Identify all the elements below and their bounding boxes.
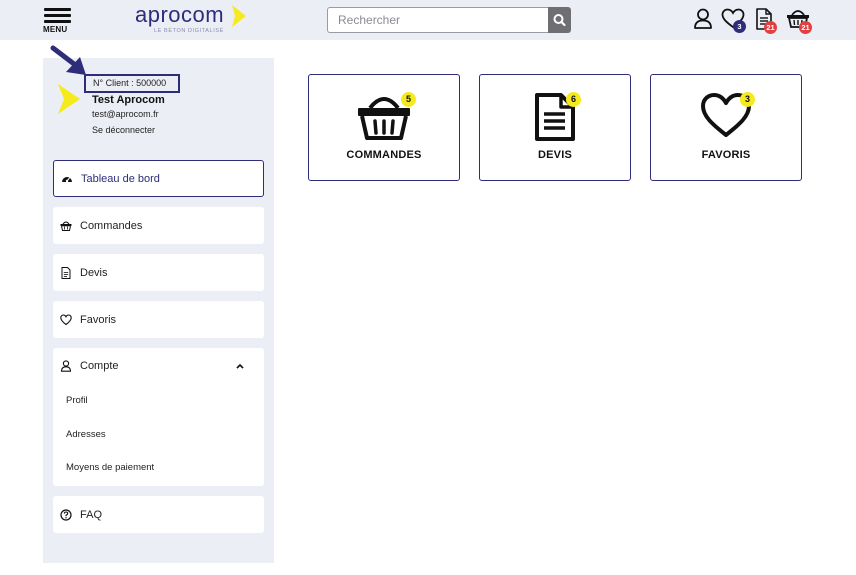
sidebar-item-quotes[interactable]: Devis (53, 254, 264, 291)
logo-chevron-icon (232, 5, 246, 27)
header-favorites-button[interactable]: 3 (721, 8, 746, 35)
sidebar-item-dashboard[interactable]: Tableau de bord (53, 160, 264, 197)
logout-link[interactable]: Se déconnecter (92, 125, 155, 135)
orders-card[interactable]: 5 COMMANDES (308, 74, 460, 181)
menu-label: MENU (43, 25, 68, 34)
user-account-button[interactable] (693, 8, 713, 35)
orders-card-label: COMMANDES (346, 149, 422, 161)
top-header: MENU aprocom LE BÉTON DIGITALISÉ 3 (0, 0, 856, 40)
quotes-count-badge: 21 (764, 21, 777, 34)
hamburger-icon (44, 8, 71, 11)
hamburger-icon-line (44, 20, 71, 23)
yellow-chevron-icon (58, 84, 80, 114)
sidebar-item-label: Commandes (80, 219, 143, 232)
sidebar-item-favorites[interactable]: Favoris (53, 301, 264, 338)
user-name: Test Aprocom (92, 94, 165, 106)
search-input[interactable] (327, 7, 549, 33)
header-quotes-button[interactable]: 21 (755, 8, 777, 35)
favorites-count-badge: 3 (740, 92, 755, 107)
aprocom-logo[interactable]: aprocom LE BÉTON DIGITALISÉ (135, 2, 250, 37)
client-number: N° Client : 500000 (84, 74, 180, 93)
user-icon (60, 360, 72, 372)
search-button[interactable] (548, 7, 571, 33)
hamburger-icon-line (44, 14, 71, 17)
sidebar-item-label: Favoris (80, 313, 117, 326)
quotes-card[interactable]: 6 DEVIS (479, 74, 631, 181)
account-toggle[interactable]: Compte (53, 348, 264, 384)
question-circle-icon (60, 508, 72, 521)
sidebar-subitem-addresses[interactable]: Adresses (66, 429, 106, 440)
sidebar-subitem-payment-methods[interactable]: Moyens de paiement (66, 462, 154, 473)
favorites-card-label: FAVORIS (701, 149, 751, 161)
document-icon (61, 266, 71, 279)
menu-button[interactable]: MENU (43, 8, 73, 36)
sidebar-item-faq[interactable]: FAQ (53, 496, 264, 533)
sidebar-item-label: Compte (80, 360, 119, 372)
sidebar-item-label: Tableau de bord (81, 172, 160, 185)
sidebar-item-label: FAQ (80, 508, 103, 521)
quotes-count-badge: 6 (566, 92, 581, 107)
basket-icon (60, 221, 72, 231)
search-bar (327, 7, 571, 33)
sidebar-item-label: Devis (80, 266, 108, 279)
favorites-count-badge: 3 (733, 20, 746, 33)
heart-icon (60, 313, 72, 325)
sidebar-item-orders[interactable]: Commandes (53, 207, 264, 244)
user-email: test@aprocom.fr (92, 109, 159, 119)
search-icon (553, 14, 566, 27)
cart-count-badge: 21 (799, 21, 812, 34)
sidebar-subitem-profile[interactable]: Profil (66, 395, 88, 406)
quotes-card-label: DEVIS (537, 149, 572, 161)
logo-tagline: LE BÉTON DIGITALISÉ (154, 28, 224, 34)
orders-count-badge: 5 (401, 92, 416, 107)
header-cart-button[interactable]: 21 (786, 8, 812, 35)
chevron-up-icon (236, 363, 244, 369)
logo-wordmark: aprocom (135, 2, 225, 27)
dashboard-gauge-icon (62, 176, 72, 182)
user-icon (694, 8, 712, 29)
favorites-card[interactable]: 3 FAVORIS (650, 74, 802, 181)
